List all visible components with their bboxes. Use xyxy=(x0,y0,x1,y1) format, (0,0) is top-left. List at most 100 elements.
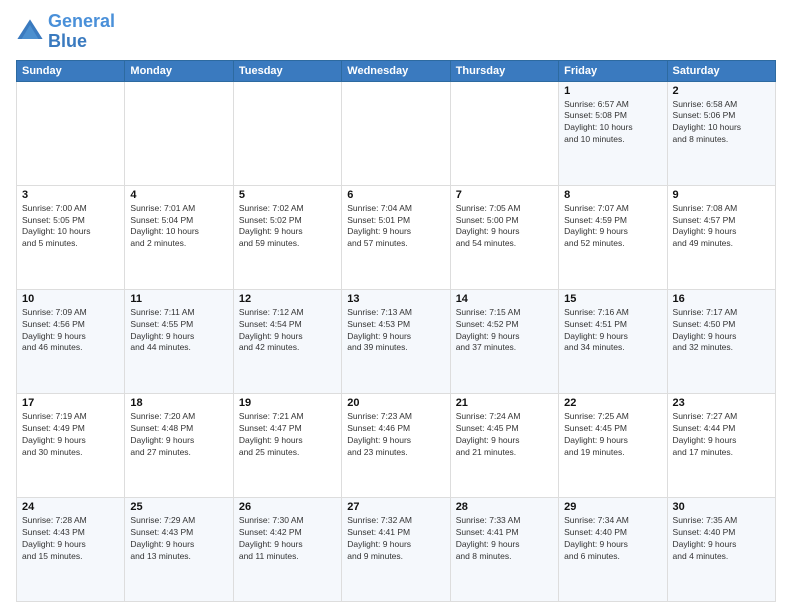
day-number: 29 xyxy=(564,501,661,513)
day-number: 15 xyxy=(564,293,661,305)
calendar-cell: 12 Sunrise: 7:12 AM Sunset: 4:54 PM Dayli… xyxy=(233,289,341,393)
day-info: Sunrise: 7:25 AM Sunset: 4:45 PM Dayligh… xyxy=(564,411,661,459)
day-info: Sunrise: 7:01 AM Sunset: 5:04 PM Dayligh… xyxy=(130,203,227,251)
col-header-wednesday: Wednesday xyxy=(342,60,450,81)
calendar-cell xyxy=(342,81,450,185)
day-number: 6 xyxy=(347,189,444,201)
calendar-cell: 15 Sunrise: 7:16 AM Sunset: 4:51 PM Dayli… xyxy=(559,289,667,393)
day-info: Sunrise: 7:27 AM Sunset: 4:44 PM Dayligh… xyxy=(673,411,770,459)
day-number: 10 xyxy=(22,293,119,305)
calendar-cell: 1Sunrise: 6:57 AM Sunset: 5:08 PM Daylig… xyxy=(559,81,667,185)
day-number: 30 xyxy=(673,501,770,513)
calendar-cell: 28 Sunrise: 7:33 AM Sunset: 4:41 PM Dayli… xyxy=(450,497,558,601)
day-info: Sunrise: 6:58 AM Sunset: 5:06 PM Dayligh… xyxy=(673,99,770,147)
day-info: Sunrise: 7:35 AM Sunset: 4:40 PM Dayligh… xyxy=(673,515,770,563)
day-info: Sunrise: 7:20 AM Sunset: 4:48 PM Dayligh… xyxy=(130,411,227,459)
calendar-cell: 24Sunrise: 7:28 AM Sunset: 4:43 PM Dayli… xyxy=(17,497,125,601)
day-info: Sunrise: 7:08 AM Sunset: 4:57 PM Dayligh… xyxy=(673,203,770,251)
day-number: 7 xyxy=(456,189,553,201)
col-header-thursday: Thursday xyxy=(450,60,558,81)
logo: General Blue xyxy=(16,12,115,52)
day-info: Sunrise: 7:17 AM Sunset: 4:50 PM Dayligh… xyxy=(673,307,770,355)
day-number: 20 xyxy=(347,397,444,409)
day-number: 27 xyxy=(347,501,444,513)
logo-blue: Blue xyxy=(48,32,115,52)
day-number: 9 xyxy=(673,189,770,201)
calendar-cell: 10 Sunrise: 7:09 AM Sunset: 4:56 PM Dayli… xyxy=(17,289,125,393)
day-info: Sunrise: 7:24 AM Sunset: 4:45 PM Dayligh… xyxy=(456,411,553,459)
calendar-cell: 20 Sunrise: 7:23 AM Sunset: 4:46 PM Dayli… xyxy=(342,393,450,497)
day-info: Sunrise: 7:30 AM Sunset: 4:42 PM Dayligh… xyxy=(239,515,336,563)
day-info: Sunrise: 7:15 AM Sunset: 4:52 PM Dayligh… xyxy=(456,307,553,355)
day-info: Sunrise: 7:29 AM Sunset: 4:43 PM Dayligh… xyxy=(130,515,227,563)
calendar-cell: 5 Sunrise: 7:02 AM Sunset: 5:02 PM Daylig… xyxy=(233,185,341,289)
day-number: 21 xyxy=(456,397,553,409)
day-number: 13 xyxy=(347,293,444,305)
calendar-cell: 13 Sunrise: 7:13 AM Sunset: 4:53 PM Dayli… xyxy=(342,289,450,393)
day-info: Sunrise: 7:23 AM Sunset: 4:46 PM Dayligh… xyxy=(347,411,444,459)
calendar-cell xyxy=(233,81,341,185)
calendar-cell: 23 Sunrise: 7:27 AM Sunset: 4:44 PM Dayli… xyxy=(667,393,775,497)
day-info: Sunrise: 7:12 AM Sunset: 4:54 PM Dayligh… xyxy=(239,307,336,355)
day-number: 22 xyxy=(564,397,661,409)
calendar-cell: 3 Sunrise: 7:00 AM Sunset: 5:05 PM Daylig… xyxy=(17,185,125,289)
calendar-week-4: 17 Sunrise: 7:19 AM Sunset: 4:49 PM Dayli… xyxy=(17,393,776,497)
calendar-cell: 27Sunrise: 7:32 AM Sunset: 4:41 PM Dayli… xyxy=(342,497,450,601)
day-info: Sunrise: 7:05 AM Sunset: 5:00 PM Dayligh… xyxy=(456,203,553,251)
day-number: 11 xyxy=(130,293,227,305)
calendar-cell: 4 Sunrise: 7:01 AM Sunset: 5:04 PM Daylig… xyxy=(125,185,233,289)
calendar-cell: 6 Sunrise: 7:04 AM Sunset: 5:01 PM Daylig… xyxy=(342,185,450,289)
calendar-cell: 11Sunrise: 7:11 AM Sunset: 4:55 PM Dayli… xyxy=(125,289,233,393)
day-number: 5 xyxy=(239,189,336,201)
day-info: Sunrise: 6:57 AM Sunset: 5:08 PM Dayligh… xyxy=(564,99,661,147)
calendar-cell xyxy=(450,81,558,185)
calendar-cell: 16 Sunrise: 7:17 AM Sunset: 4:50 PM Dayli… xyxy=(667,289,775,393)
col-header-monday: Monday xyxy=(125,60,233,81)
calendar-cell: 7 Sunrise: 7:05 AM Sunset: 5:00 PM Daylig… xyxy=(450,185,558,289)
day-info: Sunrise: 7:13 AM Sunset: 4:53 PM Dayligh… xyxy=(347,307,444,355)
col-header-sunday: Sunday xyxy=(17,60,125,81)
calendar-cell: 29 Sunrise: 7:34 AM Sunset: 4:40 PM Dayli… xyxy=(559,497,667,601)
col-header-friday: Friday xyxy=(559,60,667,81)
calendar-cell: 21 Sunrise: 7:24 AM Sunset: 4:45 PM Dayli… xyxy=(450,393,558,497)
calendar-cell: 25 Sunrise: 7:29 AM Sunset: 4:43 PM Dayli… xyxy=(125,497,233,601)
day-info: Sunrise: 7:04 AM Sunset: 5:01 PM Dayligh… xyxy=(347,203,444,251)
day-info: Sunrise: 7:09 AM Sunset: 4:56 PM Dayligh… xyxy=(22,307,119,355)
day-number: 28 xyxy=(456,501,553,513)
day-number: 18 xyxy=(130,397,227,409)
calendar-cell xyxy=(17,81,125,185)
day-number: 16 xyxy=(673,293,770,305)
day-info: Sunrise: 7:34 AM Sunset: 4:40 PM Dayligh… xyxy=(564,515,661,563)
day-info: Sunrise: 7:16 AM Sunset: 4:51 PM Dayligh… xyxy=(564,307,661,355)
calendar-cell: 14 Sunrise: 7:15 AM Sunset: 4:52 PM Dayli… xyxy=(450,289,558,393)
calendar-cell: 26 Sunrise: 7:30 AM Sunset: 4:42 PM Dayli… xyxy=(233,497,341,601)
day-number: 23 xyxy=(673,397,770,409)
calendar-cell: 18 Sunrise: 7:20 AM Sunset: 4:48 PM Dayli… xyxy=(125,393,233,497)
day-number: 8 xyxy=(564,189,661,201)
day-number: 12 xyxy=(239,293,336,305)
day-number: 26 xyxy=(239,501,336,513)
day-info: Sunrise: 7:00 AM Sunset: 5:05 PM Dayligh… xyxy=(22,203,119,251)
day-number: 3 xyxy=(22,189,119,201)
calendar-cell: 2 Sunrise: 6:58 AM Sunset: 5:06 PM Daylig… xyxy=(667,81,775,185)
day-number: 14 xyxy=(456,293,553,305)
col-header-tuesday: Tuesday xyxy=(233,60,341,81)
day-number: 2 xyxy=(673,85,770,97)
calendar-week-1: 1Sunrise: 6:57 AM Sunset: 5:08 PM Daylig… xyxy=(17,81,776,185)
day-info: Sunrise: 7:19 AM Sunset: 4:49 PM Dayligh… xyxy=(22,411,119,459)
day-number: 17 xyxy=(22,397,119,409)
calendar-cell: 30 Sunrise: 7:35 AM Sunset: 4:40 PM Dayli… xyxy=(667,497,775,601)
day-number: 25 xyxy=(130,501,227,513)
calendar-cell: 22 Sunrise: 7:25 AM Sunset: 4:45 PM Dayli… xyxy=(559,393,667,497)
calendar-cell: 17 Sunrise: 7:19 AM Sunset: 4:49 PM Dayli… xyxy=(17,393,125,497)
day-info: Sunrise: 7:21 AM Sunset: 4:47 PM Dayligh… xyxy=(239,411,336,459)
day-number: 4 xyxy=(130,189,227,201)
page: General Blue SundayMondayTuesdayWednesda… xyxy=(0,0,792,612)
day-info: Sunrise: 7:33 AM Sunset: 4:41 PM Dayligh… xyxy=(456,515,553,563)
day-info: Sunrise: 7:02 AM Sunset: 5:02 PM Dayligh… xyxy=(239,203,336,251)
calendar-cell: 19 Sunrise: 7:21 AM Sunset: 4:47 PM Dayli… xyxy=(233,393,341,497)
calendar-table: SundayMondayTuesdayWednesdayThursdayFrid… xyxy=(16,60,776,602)
day-number: 19 xyxy=(239,397,336,409)
calendar-cell: 8Sunrise: 7:07 AM Sunset: 4:59 PM Daylig… xyxy=(559,185,667,289)
logo-icon xyxy=(16,18,44,46)
